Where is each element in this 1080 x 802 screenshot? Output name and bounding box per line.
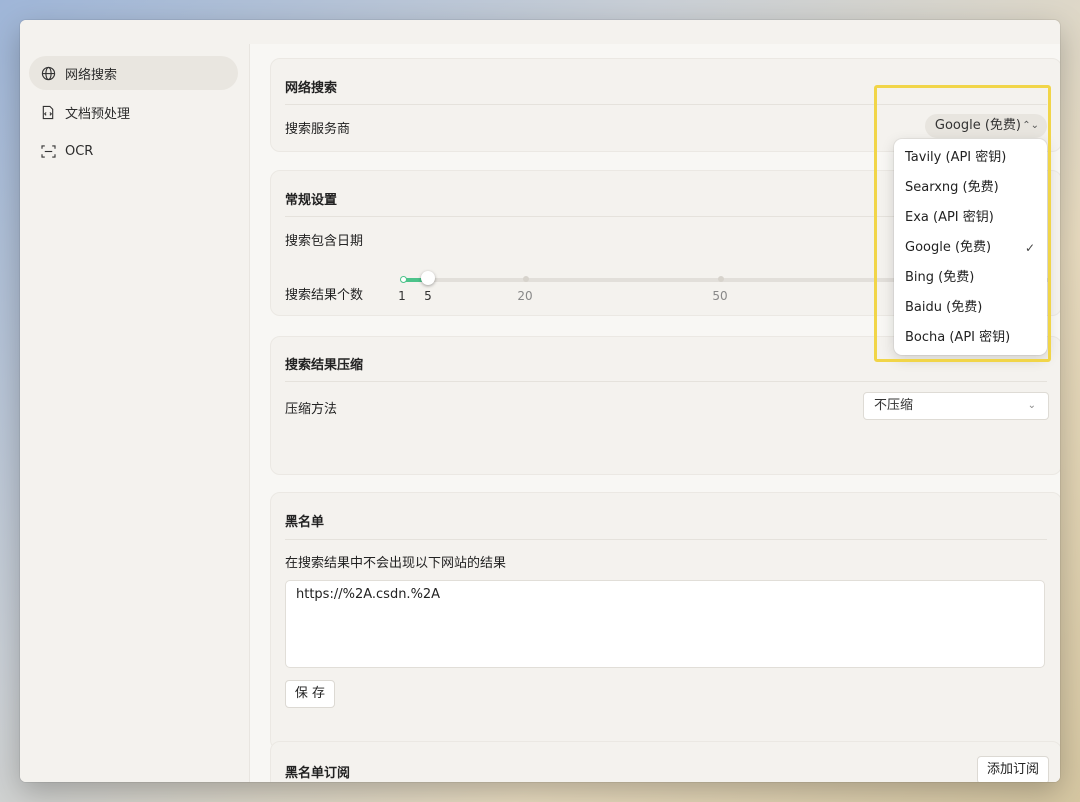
card-title: 网络搜索 [285,81,338,96]
slider-mark [400,276,407,283]
save-button[interactable]: 保 存 [285,680,335,708]
blacklist-card: 黑名单 在搜索结果中不会出现以下网站的结果 https://%2A.csdn.%… [270,492,1060,750]
provider-label: 搜索服务商 [285,122,351,137]
sidebar-item-web-search[interactable]: 网络搜索 [29,56,238,90]
sidebar-item-ocr[interactable]: OCR [29,134,238,168]
slider-tick: 5 [424,289,432,303]
document-icon [40,104,56,120]
card-title: 常规设置 [285,193,338,208]
globe-icon [40,65,56,81]
blacklist-textarea[interactable]: https://%2A.csdn.%2A [285,580,1045,668]
card-title: 搜索结果压缩 [285,358,364,373]
select-value: 不压缩 [874,398,914,413]
compression-method-select[interactable]: 不压缩 ⌄ [863,392,1049,420]
slider-mark [718,276,724,282]
divider [285,381,1047,382]
compression-method-label: 压缩方法 [285,402,338,417]
add-subscription-button[interactable]: 添加订阅 [977,756,1049,782]
highlight-box [874,85,1051,362]
blacklist-description: 在搜索结果中不会出现以下网站的结果 [285,556,507,571]
include-date-label: 搜索包含日期 [285,234,364,249]
divider [285,539,1047,540]
sidebar-item-document-preprocess[interactable]: 文档预处理 [29,95,238,129]
sidebar: 网络搜索 文档预处理 OCR [20,44,250,782]
title-bar [20,20,1060,45]
sidebar-item-label: 网络搜索 [65,67,118,83]
slider-mark [523,276,529,282]
card-title: 黑名单订阅 [285,766,351,781]
sidebar-item-label: 文档预处理 [65,106,131,122]
subscription-card: 黑名单订阅 添加订阅 [270,741,1060,782]
slider-tick: 50 [712,289,728,303]
chevron-down-icon: ⌄ [1027,400,1036,411]
card-title: 黑名单 [285,515,325,530]
slider-tick: 1 [398,289,406,303]
sidebar-item-label: OCR [65,143,94,159]
slider-thumb[interactable] [421,271,435,285]
ocr-icon [40,143,56,159]
result-count-label: 搜索结果个数 [285,288,364,303]
slider-tick: 20 [517,289,533,303]
